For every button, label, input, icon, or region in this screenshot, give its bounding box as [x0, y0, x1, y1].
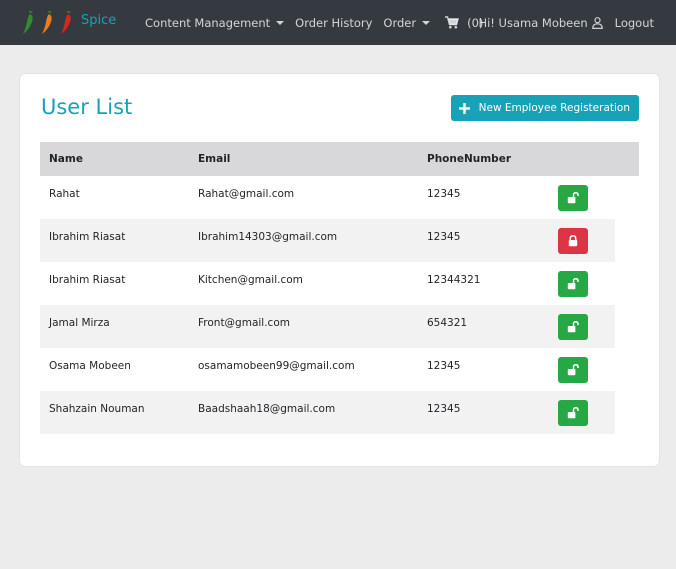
nav-content-management-label: Content Management — [145, 15, 271, 30]
brand-link[interactable]: Spice — [20, 0, 116, 45]
unlock-user-button[interactable] — [558, 227, 588, 254]
table-row: Osama Mobeen osamamobeen99@gmail.com 12345 — [40, 348, 639, 391]
nav-user-area: Hi! Usama Mobeen Logout — [468, 0, 654, 45]
chili-green-icon — [23, 10, 33, 34]
lock-open-icon — [567, 191, 579, 203]
lock-user-button[interactable] — [558, 313, 588, 340]
new-employee-button-label: New Employee Registeration — [478, 102, 630, 114]
user-table: Name Email PhoneNumber Rahat Rahat@gmail.… — [40, 142, 639, 434]
lock-open-icon — [567, 363, 579, 375]
user-icon — [591, 16, 603, 29]
cell-email: Baadshaah18@gmail.com — [189, 391, 418, 434]
chili-red-icon — [61, 10, 71, 34]
column-header-name: Name — [40, 142, 189, 176]
cell-email: Ibrahim14303@gmail.com — [189, 219, 418, 262]
cell-name: Ibrahim Riasat — [40, 262, 189, 305]
new-employee-button[interactable]: New Employee Registeration — [450, 95, 639, 121]
table-row: Jamal Mirza Front@gmail.com 654321 — [40, 305, 639, 348]
cell-action — [549, 176, 615, 219]
cell-phone: 12345 — [418, 391, 549, 434]
lock-user-button[interactable] — [558, 270, 588, 297]
lock-icon — [568, 234, 578, 246]
logout-label: Logout — [614, 15, 654, 30]
navbar: Spice Content Management Order History O… — [0, 0, 676, 45]
nav-order-label: Order — [383, 15, 417, 30]
cell-action — [549, 219, 615, 262]
column-header-spacer — [615, 142, 639, 176]
shopping-cart-icon — [445, 16, 460, 29]
nav-order-history[interactable]: Order History — [295, 16, 372, 30]
nav-order[interactable]: Order — [383, 15, 431, 30]
lock-user-button[interactable] — [558, 184, 588, 211]
cell-email: Front@gmail.com — [189, 305, 418, 348]
user-profile-link[interactable]: Hi! Usama Mobeen — [478, 15, 603, 30]
lock-open-icon — [567, 406, 579, 418]
cell-action — [549, 262, 615, 305]
column-header-phone: PhoneNumber — [418, 142, 549, 176]
logout-link[interactable]: Logout — [615, 16, 654, 30]
brand-name: Spice — [81, 13, 117, 28]
cell-spacer — [615, 391, 639, 434]
cell-action — [549, 305, 615, 348]
table-row: Ibrahim Riasat Ibrahim14303@gmail.com 1234… — [40, 219, 639, 262]
lock-open-icon — [567, 277, 579, 289]
lock-user-button[interactable] — [558, 399, 588, 426]
cell-spacer — [615, 305, 639, 348]
nav-order-history-label: Order History — [295, 15, 373, 30]
cell-spacer — [615, 176, 639, 219]
cell-action — [549, 348, 615, 391]
nav-menu: Content Management Order History Order (… — [145, 0, 494, 45]
chevron-down-icon — [422, 20, 431, 25]
cell-phone: 654321 — [418, 305, 549, 348]
chili-orange-icon — [42, 10, 52, 34]
cell-spacer — [615, 262, 639, 305]
cell-phone: 12344321 — [418, 262, 549, 305]
cell-phone: 12345 — [418, 176, 549, 219]
cell-name: Ibrahim Riasat — [40, 219, 189, 262]
cell-email: Kitchen@gmail.com — [189, 262, 418, 305]
cell-spacer — [615, 348, 639, 391]
cell-name: Shahzain Nouman — [40, 391, 189, 434]
plus-icon — [458, 102, 470, 114]
cell-action — [549, 391, 615, 434]
table-row: Ibrahim Riasat Kitchen@gmail.com 12344321 — [40, 262, 639, 305]
user-list-card: User List New Employee Registeration Nam… — [19, 73, 660, 467]
lock-open-icon — [567, 320, 579, 332]
cell-name: Jamal Mirza — [40, 305, 189, 348]
cell-email: Rahat@gmail.com — [189, 176, 418, 219]
cell-phone: 12345 — [418, 348, 549, 391]
page-title: User List — [41, 95, 133, 119]
cell-email: osamamobeen99@gmail.com — [189, 348, 418, 391]
table-row: Rahat Rahat@gmail.com 12345 — [40, 176, 639, 219]
cell-phone: 12345 — [418, 219, 549, 262]
nav-content-management[interactable]: Content Management — [145, 15, 285, 30]
lock-user-button[interactable] — [558, 356, 588, 383]
cell-name: Rahat — [40, 176, 189, 219]
user-table-body: Rahat Rahat@gmail.com 12345 Ibrahim Riasat I… — [40, 176, 639, 434]
column-header-email: Email — [189, 142, 418, 176]
table-header-row: Name Email PhoneNumber — [40, 142, 639, 176]
user-greeting: Hi! Usama Mobeen — [478, 15, 588, 30]
table-row: Shahzain Nouman Baadshaah18@gmail.com 1234… — [40, 391, 639, 434]
cell-name: Osama Mobeen — [40, 348, 189, 391]
cell-spacer — [615, 219, 639, 262]
column-header-action — [549, 142, 615, 176]
chevron-down-icon — [276, 20, 285, 25]
